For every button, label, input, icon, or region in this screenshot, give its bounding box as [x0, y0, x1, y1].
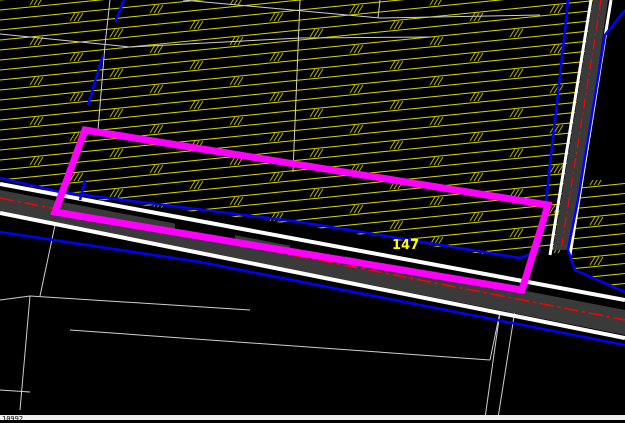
status-bar: 10992 — [0, 415, 625, 423]
cad-map-canvas[interactable]: 147 — [0, 0, 625, 420]
parcel-number-label: 147 — [392, 238, 419, 253]
status-coordinate-text: 10992 — [2, 415, 24, 423]
